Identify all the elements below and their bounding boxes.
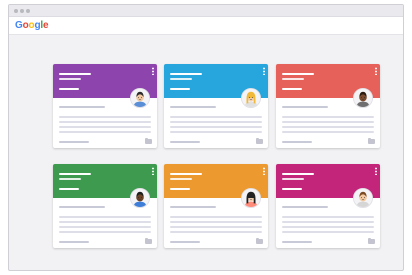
card-text-line [282,231,374,233]
card-text-line [282,226,374,228]
card-subtitle-placeholder [59,178,81,180]
card-subtitle-placeholder [170,178,192,180]
card-footer-placeholder [170,241,200,243]
more-vert-icon[interactable] [263,67,265,75]
more-vert-icon[interactable] [263,167,265,175]
card-text-line [170,126,262,128]
folder-icon[interactable] [368,138,375,144]
card-text-line [170,226,262,228]
card-subtitle-placeholder [282,178,304,180]
class-card[interactable] [53,64,157,148]
app-header: Google [9,17,403,35]
logo-letter: e [42,20,49,31]
card-footer-placeholder [170,141,200,143]
card-text-line [282,221,374,223]
card-owner-placeholder [282,88,302,90]
logo-letter: G [15,20,23,31]
avatar-girl-blonde-icon [241,88,261,108]
card-footer-placeholder [282,141,312,143]
card-owner-placeholder [59,88,79,90]
class-card[interactable] [164,64,268,148]
folder-icon[interactable] [256,238,263,244]
card-title-placeholder [282,73,314,75]
avatar-dark-skin-man-icon [130,188,150,208]
card-title-placeholder [282,173,314,175]
close-window-dot[interactable] [14,9,18,13]
card-text-line [59,116,151,118]
card-text-line [282,116,374,118]
card-text-line [282,131,374,133]
window-titlebar [9,5,403,17]
card-title-placeholder [59,173,91,175]
card-title-placeholder [59,73,91,75]
card-footer-placeholder [282,241,312,243]
folder-icon[interactable] [145,238,152,244]
card-title-placeholder [170,173,202,175]
class-card[interactable] [276,164,380,248]
maximize-window-dot[interactable] [26,9,30,13]
more-vert-icon[interactable] [152,67,154,75]
card-text-line [170,116,262,118]
folder-icon[interactable] [368,238,375,244]
card-text-line [59,126,151,128]
card-subtitle-placeholder [282,78,304,80]
card-text-line [170,216,262,218]
more-vert-icon[interactable] [375,67,377,75]
card-footer-placeholder [59,141,89,143]
card-section-placeholder [282,106,328,108]
more-vert-icon[interactable] [375,167,377,175]
card-footer-placeholder [59,241,89,243]
card-section-placeholder [170,106,216,108]
card-section-placeholder [170,206,216,208]
folder-icon[interactable] [256,138,263,144]
avatar-dark-skin-person-icon [353,88,373,108]
card-text-line [282,126,374,128]
card-subtitle-placeholder [170,78,192,80]
card-owner-placeholder [59,188,79,190]
card-text-line [59,231,151,233]
minimize-window-dot[interactable] [20,9,24,13]
card-text-line [170,231,262,233]
card-subtitle-placeholder [59,78,81,80]
card-text-line [282,216,374,218]
card-section-placeholder [59,106,105,108]
card-owner-placeholder [282,188,302,190]
card-text-line [59,131,151,133]
card-text-line [170,221,262,223]
card-text-line [59,221,151,223]
browser-window: Google [8,4,404,271]
card-text-line [170,121,262,123]
card-text-line [170,131,262,133]
card-text-line [59,121,151,123]
card-owner-placeholder [170,188,190,190]
card-section-placeholder [282,206,328,208]
more-vert-icon[interactable] [152,167,154,175]
avatar-girl-black-hair-icon [241,188,261,208]
folder-icon[interactable] [145,138,152,144]
card-section-placeholder [59,206,105,208]
class-card[interactable] [164,164,268,248]
class-card[interactable] [53,164,157,248]
google-logo[interactable]: Google [15,20,49,31]
classes-grid [9,35,403,270]
avatar-boy-brown-hair-icon [353,188,373,208]
card-text-line [59,216,151,218]
avatar-boy-black-hair-icon [130,88,150,108]
card-title-placeholder [170,73,202,75]
card-owner-placeholder [170,88,190,90]
class-card[interactable] [276,64,380,148]
card-text-line [282,121,374,123]
card-text-line [59,226,151,228]
